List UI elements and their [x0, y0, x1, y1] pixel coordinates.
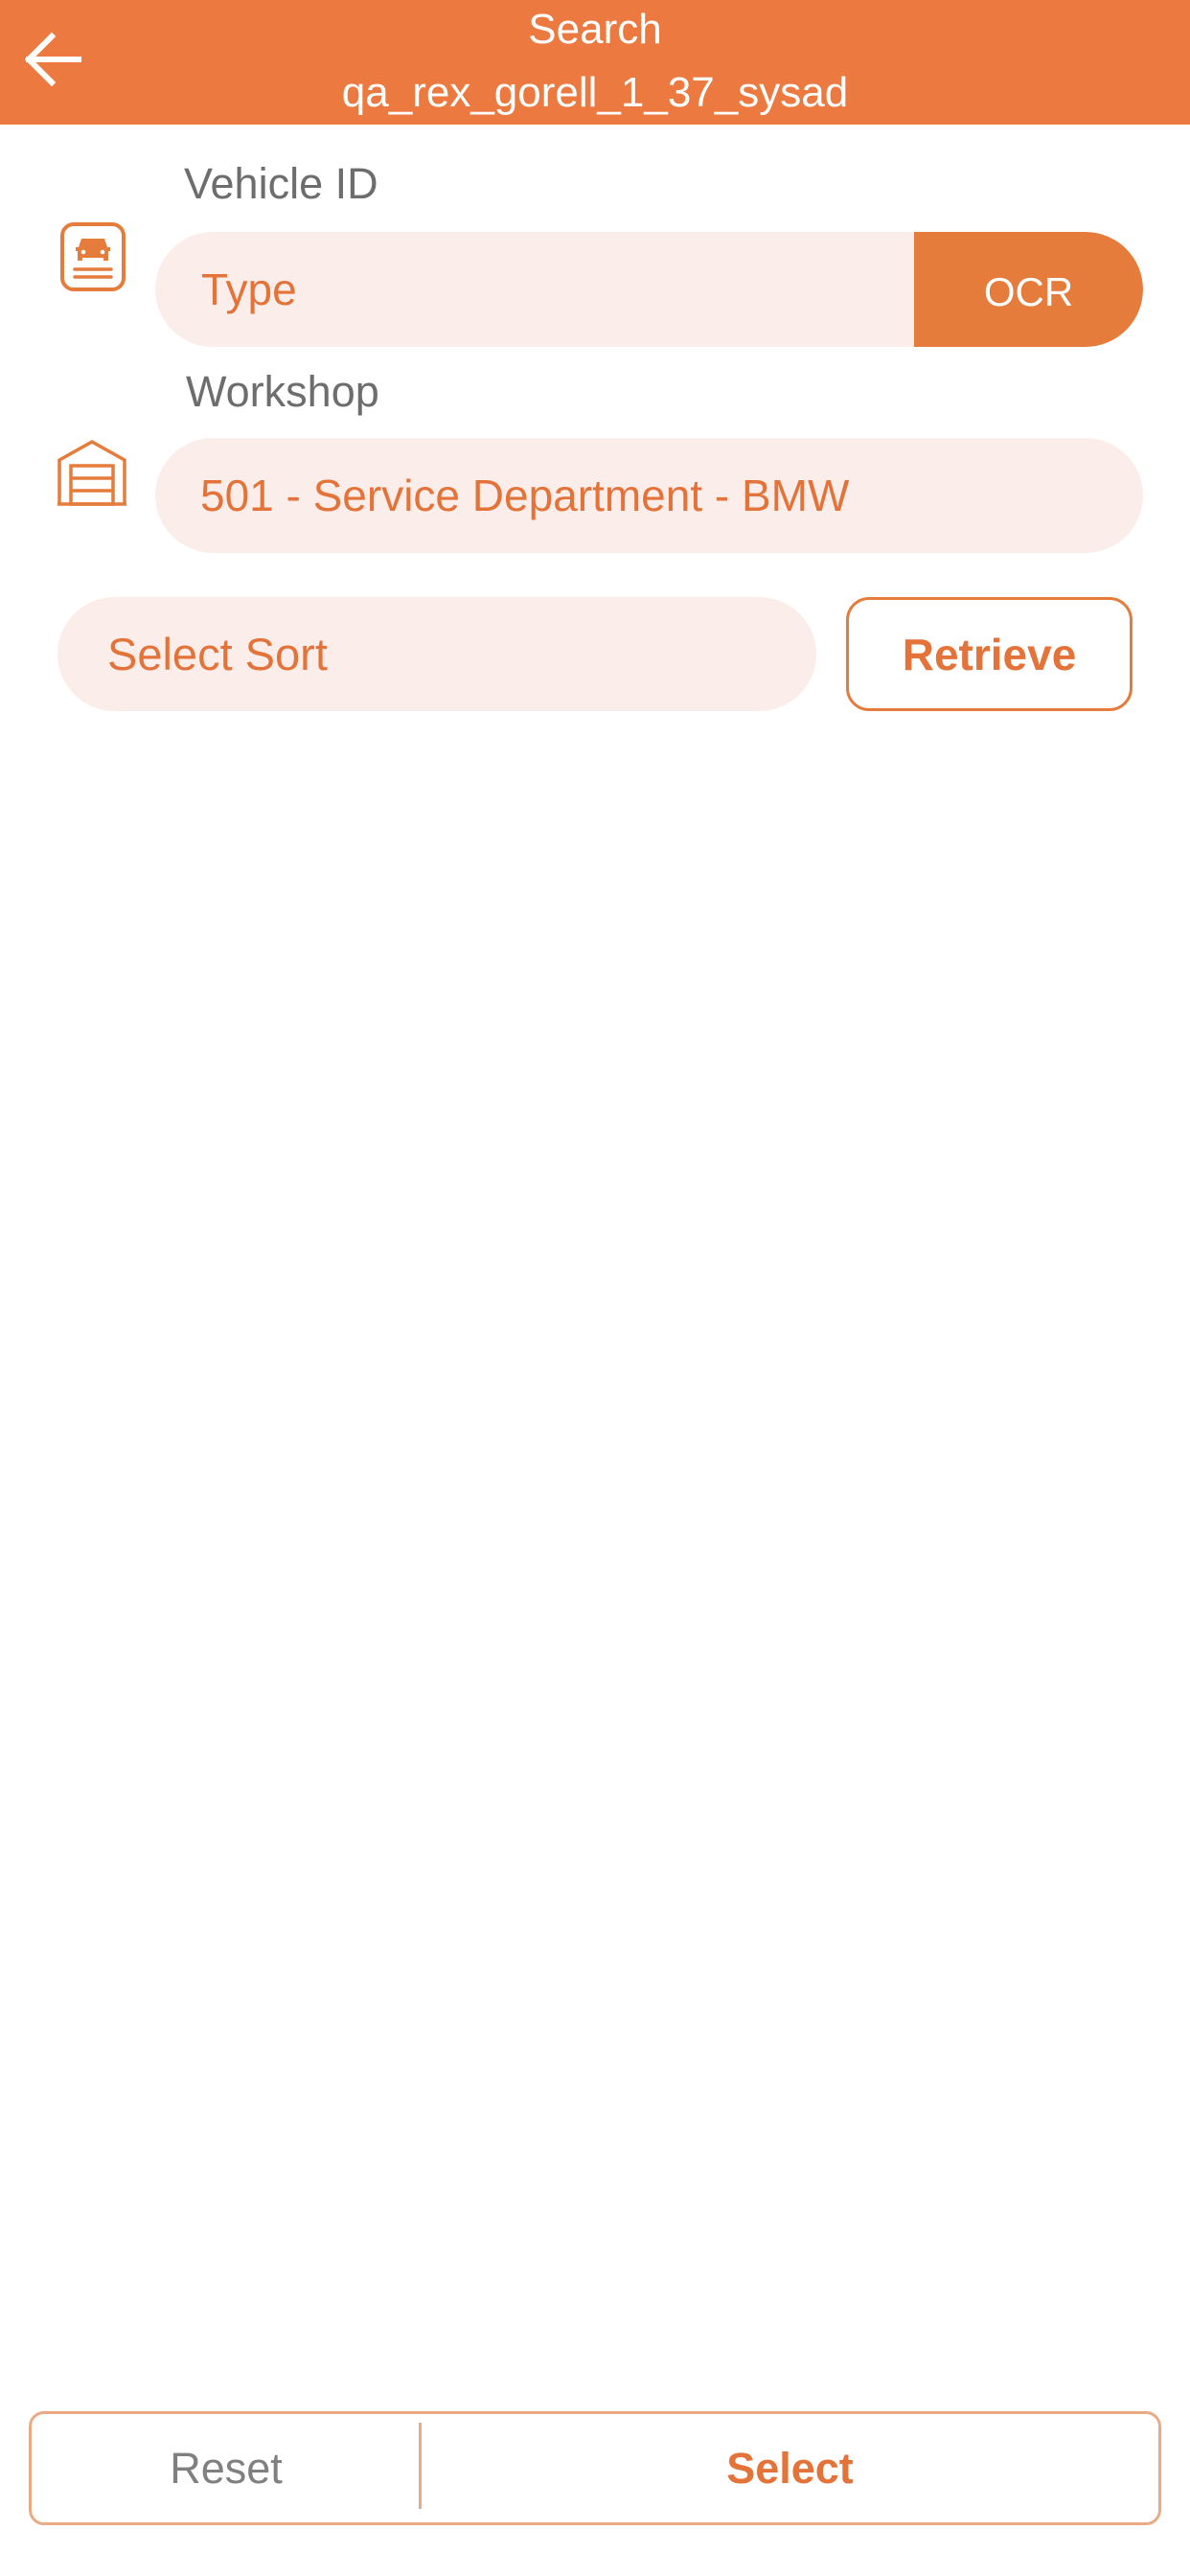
sort-placeholder: Select Sort: [107, 629, 328, 679]
vehicle-document-icon: [60, 222, 126, 291]
garage-icon: [57, 439, 126, 506]
workshop-label: Workshop: [186, 367, 379, 416]
workshop-value: 501 - Service Department - BMW: [200, 471, 850, 520]
retrieve-button[interactable]: Retrieve: [846, 597, 1133, 711]
vehicle-id-label: Vehicle ID: [184, 159, 378, 208]
vehicle-id-field: OCR: [155, 232, 1143, 347]
page-title: Search: [528, 6, 662, 53]
page-subtitle-username: qa_rex_gorell_1_37_sysad: [341, 69, 849, 116]
reset-button[interactable]: Reset: [32, 2414, 421, 2522]
workshop-select[interactable]: 501 - Service Department - BMW: [155, 438, 1143, 553]
vehicle-id-input[interactable]: [155, 232, 914, 347]
search-screen: Search qa_rex_gorell_1_37_sysad Vehicle …: [0, 0, 1190, 2576]
header-bar: Search qa_rex_gorell_1_37_sysad: [0, 0, 1190, 125]
ocr-button[interactable]: OCR: [914, 232, 1143, 347]
bottom-action-bar: Reset Select: [29, 2411, 1161, 2525]
sort-select[interactable]: Select Sort: [57, 597, 816, 711]
select-button[interactable]: Select: [422, 2414, 1158, 2522]
